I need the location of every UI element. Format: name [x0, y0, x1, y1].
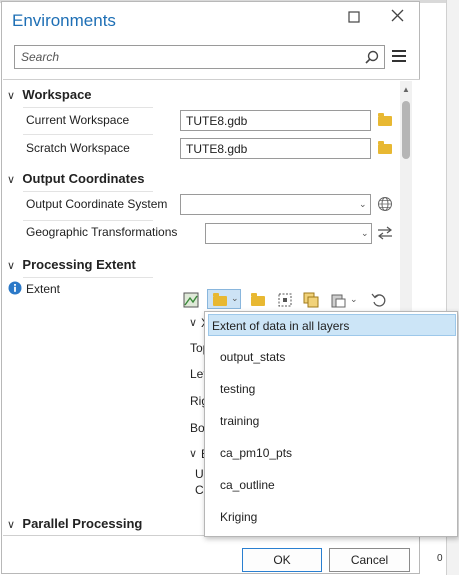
section-workspace-label: Workspace — [22, 87, 92, 102]
paste-icon[interactable] — [331, 292, 347, 308]
folder-icon[interactable] — [378, 141, 392, 154]
globe-icon[interactable] — [377, 196, 393, 212]
background-value-bottom: 0 — [437, 553, 443, 564]
chevron-down-icon[interactable]: ⌄ — [361, 228, 369, 239]
scratch-workspace-field[interactable]: TUTE8.gdb — [180, 138, 371, 159]
extent-label: Extent — [26, 282, 61, 296]
divider — [23, 134, 153, 135]
dropdown-item[interactable]: Kriging — [208, 506, 456, 528]
chevron-down-icon: ∨ — [7, 174, 16, 186]
section-workspace[interactable]: ∨ Workspace — [7, 87, 92, 102]
chevron-down-icon: ⌄ — [231, 293, 239, 303]
close-button[interactable] — [387, 9, 407, 27]
dialog-title: Environments — [12, 11, 116, 30]
open-folder-icon[interactable] — [251, 293, 265, 306]
section-parallel-processing[interactable]: ∨ Parallel Processing — [7, 516, 142, 531]
divider — [23, 191, 153, 192]
chevron-down-icon[interactable]: ⌄ — [359, 199, 367, 210]
chevron-down-icon: ∨ — [189, 317, 198, 329]
divider — [23, 277, 153, 278]
swap-arrows-icon[interactable] — [377, 226, 393, 240]
cancel-button[interactable]: Cancel — [329, 548, 410, 572]
dropdown-item[interactable]: output_stats — [208, 346, 456, 368]
select-extent-icon[interactable] — [277, 292, 293, 308]
folder-icon — [213, 293, 227, 306]
divider — [23, 107, 153, 108]
section-output-coordinates-label: Output Coordinates — [22, 171, 145, 186]
search-icon[interactable] — [365, 50, 379, 64]
search-placeholder: Search — [21, 50, 60, 64]
chevron-down-icon: ∨ — [7, 260, 16, 272]
dropdown-item[interactable]: training — [208, 410, 456, 432]
current-workspace-label: Current Workspace — [26, 113, 130, 127]
current-workspace-field[interactable]: TUTE8.gdb — [180, 110, 371, 131]
chevron-down-icon[interactable]: ⌄ — [350, 294, 358, 305]
divider — [23, 220, 153, 221]
geographic-transformations-label: Geographic Transformations — [26, 225, 178, 239]
close-icon — [391, 9, 403, 22]
extent-source-dropdown: Extent of data in all layers output_stat… — [204, 311, 458, 537]
scroll-thumb[interactable] — [402, 101, 410, 159]
chevron-right-icon: ∨ — [7, 519, 16, 531]
section-output-coordinates[interactable]: ∨ Output Coordinates — [7, 171, 144, 186]
chevron-down-icon: ∨ — [7, 90, 16, 102]
scratch-workspace-label: Scratch Workspace — [26, 141, 130, 155]
dropdown-item[interactable]: ca_outline — [208, 474, 456, 496]
ok-button[interactable]: OK — [242, 548, 322, 572]
folder-icon[interactable] — [378, 113, 392, 126]
layers-icon[interactable] — [303, 292, 319, 308]
section-processing-extent[interactable]: ∨ Processing Extent — [7, 257, 136, 272]
reset-icon[interactable] — [371, 292, 387, 308]
maximize-icon — [348, 11, 360, 23]
dropdown-item[interactable]: testing — [208, 378, 456, 400]
chevron-down-icon: ∨ — [189, 448, 198, 460]
browse-dataset-dropdown-button[interactable]: ⌄ — [207, 289, 241, 309]
info-icon[interactable] — [8, 281, 22, 295]
search-input[interactable]: Search — [14, 45, 385, 69]
maximize-button[interactable] — [344, 10, 364, 28]
output-coordinate-system-select[interactable] — [180, 194, 371, 215]
map-extent-icon[interactable] — [183, 292, 199, 308]
section-parallel-processing-label: Parallel Processing — [22, 516, 143, 531]
output-coordinate-system-label: Output Coordinate System — [26, 197, 168, 211]
section-processing-extent-label: Processing Extent — [22, 257, 136, 272]
geographic-transformations-select[interactable] — [205, 223, 372, 244]
dropdown-item[interactable]: ca_pm10_pts — [208, 442, 456, 464]
hamburger-icon — [392, 50, 406, 62]
scroll-up-icon[interactable]: ▲ — [402, 85, 410, 94]
menu-button[interactable] — [392, 49, 406, 66]
dropdown-item-all-layers[interactable]: Extent of data in all layers — [208, 314, 456, 336]
